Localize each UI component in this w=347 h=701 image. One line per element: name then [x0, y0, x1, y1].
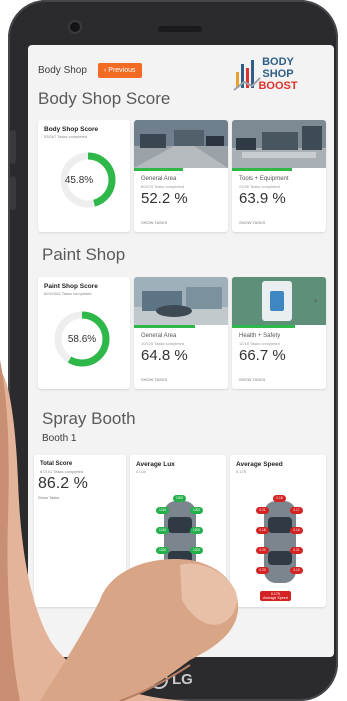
body-shop-title: Body Shop Score [38, 89, 171, 108]
tools-equipment-label: Tools + Equipment [239, 176, 289, 182]
spray-booth-title: Spray Booth [42, 409, 136, 428]
lux-reading-pill: 1200 [190, 567, 203, 574]
health-safety-photo [232, 277, 326, 325]
speed-reading-pill: 0.21 [256, 507, 269, 514]
health-safety-label: Health + Safety [239, 333, 281, 339]
logo-wordmark: BODY SHOP BOOST [258, 56, 298, 92]
paint-general-area-label: General Area [141, 333, 177, 339]
booth-subtitle: Booth 1 [42, 433, 77, 444]
previous-button[interactable]: ‹ Previous [98, 63, 142, 78]
speed-reading-pill: 0.21 [290, 547, 303, 554]
lux-reading-pill: 1210 [156, 567, 169, 574]
speed-reading-pill: 0.20 [256, 547, 269, 554]
tools-equipment-card[interactable]: Tools + Equipment 23/36 Tasks completed … [232, 120, 326, 232]
paint-shop-score-card[interactable]: Paint Shop Score 620/1061 Tasks complete… [38, 277, 130, 389]
general-area-show-tasks[interactable]: SHOW TASKS [141, 220, 167, 225]
total-score-label: Total Score [40, 461, 73, 467]
average-lux-title: Average Lux [136, 461, 175, 468]
body-shop-score-label: Body Shop Score [44, 126, 99, 133]
general-area-value: 52.2 % [141, 190, 188, 207]
average-speed-tag: 0.175 Average Speed [260, 591, 291, 601]
paint-general-area-card[interactable]: General Area 10/105 Tasks completed 64.8… [134, 277, 228, 389]
total-score-card[interactable]: Total Score 87/101 Tasks completed 86.2 … [34, 455, 126, 607]
paint-general-area-photo [134, 277, 228, 325]
health-safety-meta: 12/18 Tasks completed [239, 341, 280, 346]
health-safety-progress [232, 325, 295, 328]
average-lux-card: Average Lux 0 Lux 1200 1210 1200 1210 1200 12… [130, 455, 226, 607]
average-speed-card: Average Speed 0.175 0.18 0.21 0.17 0.18 0.16… [230, 455, 326, 607]
tools-equipment-value: 63.9 % [239, 190, 286, 207]
paint-shop-score-value: 58.6% [67, 334, 97, 345]
body-shop-score-card[interactable]: Body Shop Score 53/267 Tasks completed 4… [38, 120, 130, 232]
body-shop-score-meta: 53/267 Tasks completed [44, 134, 88, 139]
health-safety-show-tasks[interactable]: SHOW TASKS [239, 377, 265, 382]
lg-logo-icon [150, 671, 168, 689]
front-camera [70, 22, 80, 32]
paint-general-area-meta: 10/105 Tasks completed [141, 341, 185, 346]
speed-reading-pill: 0.15 [290, 567, 303, 574]
body-shop-boost-logo: BODY SHOP BOOST [232, 52, 302, 100]
paint-shop-title: Paint Shop [42, 245, 126, 264]
volume-up-button [10, 130, 16, 164]
tools-equipment-show-tasks[interactable]: SHOW TASKS [239, 220, 265, 225]
body-shop-score-value: 45.8% [64, 175, 94, 186]
paint-shop-score-meta: 620/1061 Tasks completed [44, 291, 92, 296]
lux-reading-pill: 1200 [190, 547, 203, 554]
paint-general-area-value: 64.8 % [141, 347, 188, 364]
tools-equipment-progress [232, 168, 292, 171]
volume-down-button [10, 176, 16, 210]
earpiece-speaker [158, 26, 202, 32]
average-speed-meta: 0.175 [236, 469, 247, 474]
carousel-next-icon[interactable]: › [314, 295, 317, 305]
average-speed-title: Average Speed [236, 461, 283, 468]
health-safety-value: 66.7 % [239, 347, 286, 364]
lux-reading-pill: 1210 [156, 507, 169, 514]
paint-general-area-show-tasks[interactable]: SHOW TASKS [141, 377, 167, 382]
lux-reading-pill: 1200 [190, 527, 203, 534]
total-score-show-tasks[interactable]: Show Tasks [38, 495, 59, 500]
speed-reading-pill: 0.20 [256, 567, 269, 574]
general-area-card[interactable]: General Area 80/270 Tasks completed 52.2… [134, 120, 228, 232]
general-area-meta: 80/270 Tasks completed [141, 184, 185, 189]
paint-shop-score-label: Paint Shop Score [44, 283, 98, 290]
average-lux-meta: 0 Lux [136, 469, 146, 474]
total-score-value: 86.2 % [38, 475, 88, 492]
speed-reading-pill: 0.18 [273, 495, 286, 502]
health-safety-card[interactable]: Health + Safety 12/18 Tasks completed 66… [232, 277, 326, 389]
lux-reading-pill: 1200 [156, 547, 169, 554]
breadcrumb: Body Shop [38, 65, 87, 76]
device-brand: LG [172, 671, 193, 688]
general-area-photo [134, 120, 228, 168]
speed-reading-pill: 0.17 [290, 507, 303, 514]
lux-reading-pill: 1200 [173, 495, 186, 502]
total-score-meta: 87/101 Tasks completed [40, 469, 84, 474]
general-area-label: General Area [141, 176, 177, 182]
paint-general-area-progress [134, 325, 195, 328]
tools-equipment-meta: 23/36 Tasks completed [239, 184, 280, 189]
app-screen: Body Shop ‹ Previous BODY SHOP BOOST Bod… [28, 45, 334, 657]
speed-reading-pill: 0.18 [256, 527, 269, 534]
tools-equipment-photo [232, 120, 326, 168]
lux-reading-pill: 1200 [190, 507, 203, 514]
speed-reading-pill: 0.16 [290, 527, 303, 534]
general-area-progress [134, 168, 183, 171]
lux-reading-pill: 1210 [156, 527, 169, 534]
